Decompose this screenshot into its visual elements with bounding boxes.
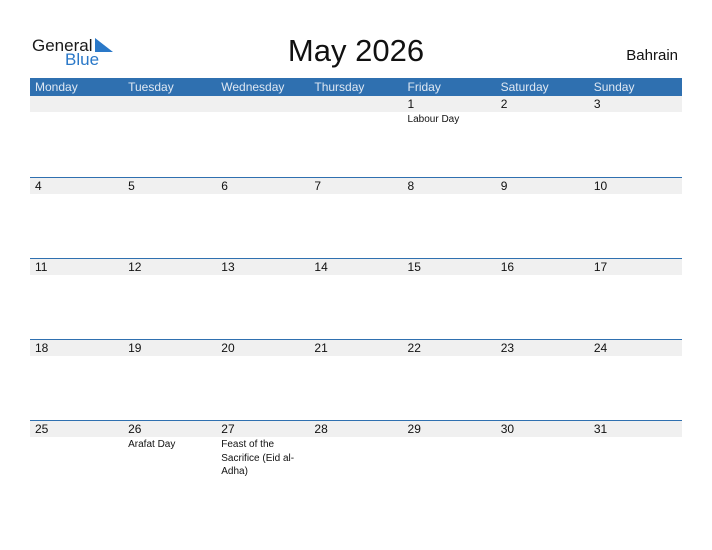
week-row: 4 5 6 7 8 9 10: [30, 177, 682, 259]
day-number: 20: [221, 341, 235, 355]
day-number: 2: [500, 97, 508, 111]
day-number: 15: [407, 260, 421, 274]
day-cell: 8: [403, 178, 496, 259]
day-number: 11: [35, 260, 48, 274]
day-number: 30: [500, 422, 515, 436]
day-cell: 4: [30, 178, 123, 259]
day-cell: 5: [123, 178, 216, 259]
country-label: Bahrain: [626, 47, 678, 64]
day-number: 5: [128, 179, 135, 193]
calendar-title: May 2026: [287, 33, 425, 68]
day-cell: 19: [123, 340, 216, 421]
day-cell: [30, 96, 123, 177]
day-cell: 23: [496, 340, 589, 421]
weekday-tuesday: Tuesday: [128, 80, 174, 94]
weekday-thursday: Thursday: [314, 80, 365, 94]
day-cell: 11: [30, 259, 123, 340]
day-cell: 3: [589, 96, 682, 177]
day-cell: 22: [403, 340, 496, 421]
day-cell: 13: [216, 259, 309, 340]
day-cell: 21: [309, 340, 402, 421]
day-number: 4: [35, 179, 42, 193]
weekday-monday: Monday: [35, 80, 78, 94]
day-cell: 28: [309, 421, 402, 502]
day-cell: 25: [30, 421, 123, 502]
day-cell: 7: [309, 178, 402, 259]
day-number: 17: [593, 260, 608, 274]
day-cell: 14: [309, 259, 402, 340]
day-cell: [123, 96, 216, 177]
day-number: 18: [35, 341, 49, 355]
day-cell: [309, 96, 402, 177]
week-row: 1 Labour Day 2 3: [30, 96, 682, 177]
day-cell: 20: [216, 340, 309, 421]
day-cell: 29: [403, 421, 496, 502]
day-number: 23: [500, 341, 515, 355]
holiday-label: Feast of the Sacrifice (Eid al-Adha): [221, 439, 295, 477]
weekday-sunday: Sunday: [593, 80, 635, 94]
holiday-label: Labour Day: [407, 114, 460, 125]
day-number: 29: [407, 422, 421, 436]
day-number: 19: [128, 341, 142, 355]
day-cell: 26 Arafat Day: [123, 421, 216, 502]
day-number: 7: [314, 179, 322, 193]
day-cell: 31: [589, 421, 682, 502]
day-cell: 24: [589, 340, 682, 421]
day-cell: 1 Labour Day: [403, 96, 496, 177]
day-number: 21: [314, 341, 328, 355]
weekday-header: Monday Tuesday Wednesday Thursday Friday Satu…: [30, 78, 682, 96]
day-number: 8: [407, 179, 415, 193]
holiday-label: Arafat Day: [128, 439, 176, 450]
day-number: 3: [593, 97, 601, 111]
day-cell: 27 Feast of the Sacrifice (Eid al-Adha): [216, 421, 309, 502]
day-cell: [216, 96, 309, 177]
day-number: 1: [407, 97, 415, 111]
day-cell: 15: [403, 259, 496, 340]
day-number: 28: [314, 422, 328, 436]
day-cell: 17: [589, 259, 682, 340]
day-number: 25: [35, 422, 49, 436]
day-number: 12: [128, 260, 142, 274]
day-number: 9: [500, 179, 508, 193]
day-number: 16: [500, 260, 515, 274]
day-cell: 30: [496, 421, 589, 502]
day-cell: 2: [496, 96, 589, 177]
day-number: 26: [128, 422, 142, 436]
weekday-saturday: Saturday: [500, 80, 549, 94]
day-number: 22: [407, 341, 421, 355]
day-number: 6: [221, 179, 228, 193]
day-cell: 6: [216, 178, 309, 259]
day-number: 10: [593, 179, 608, 193]
weekday-wednesday: Wednesday: [221, 80, 285, 94]
week-row: 11 12 13 14 15 16 17: [30, 258, 682, 340]
day-number: 24: [593, 341, 608, 355]
day-number: 14: [314, 260, 328, 274]
week-row: 18 19 20 21 22 23 24: [30, 339, 682, 421]
day-number: 27: [221, 422, 235, 436]
day-cell: 9: [496, 178, 589, 259]
day-number: 13: [221, 260, 235, 274]
day-number: 31: [593, 422, 608, 436]
day-cell: 18: [30, 340, 123, 421]
day-cell: 10: [589, 178, 682, 259]
weekday-friday: Friday: [407, 80, 441, 94]
week-row: 25 26 Arafat Day 27 Feast of the Sacrifice (…: [30, 420, 682, 502]
day-cell: 16: [496, 259, 589, 340]
day-cell: 12: [123, 259, 216, 340]
